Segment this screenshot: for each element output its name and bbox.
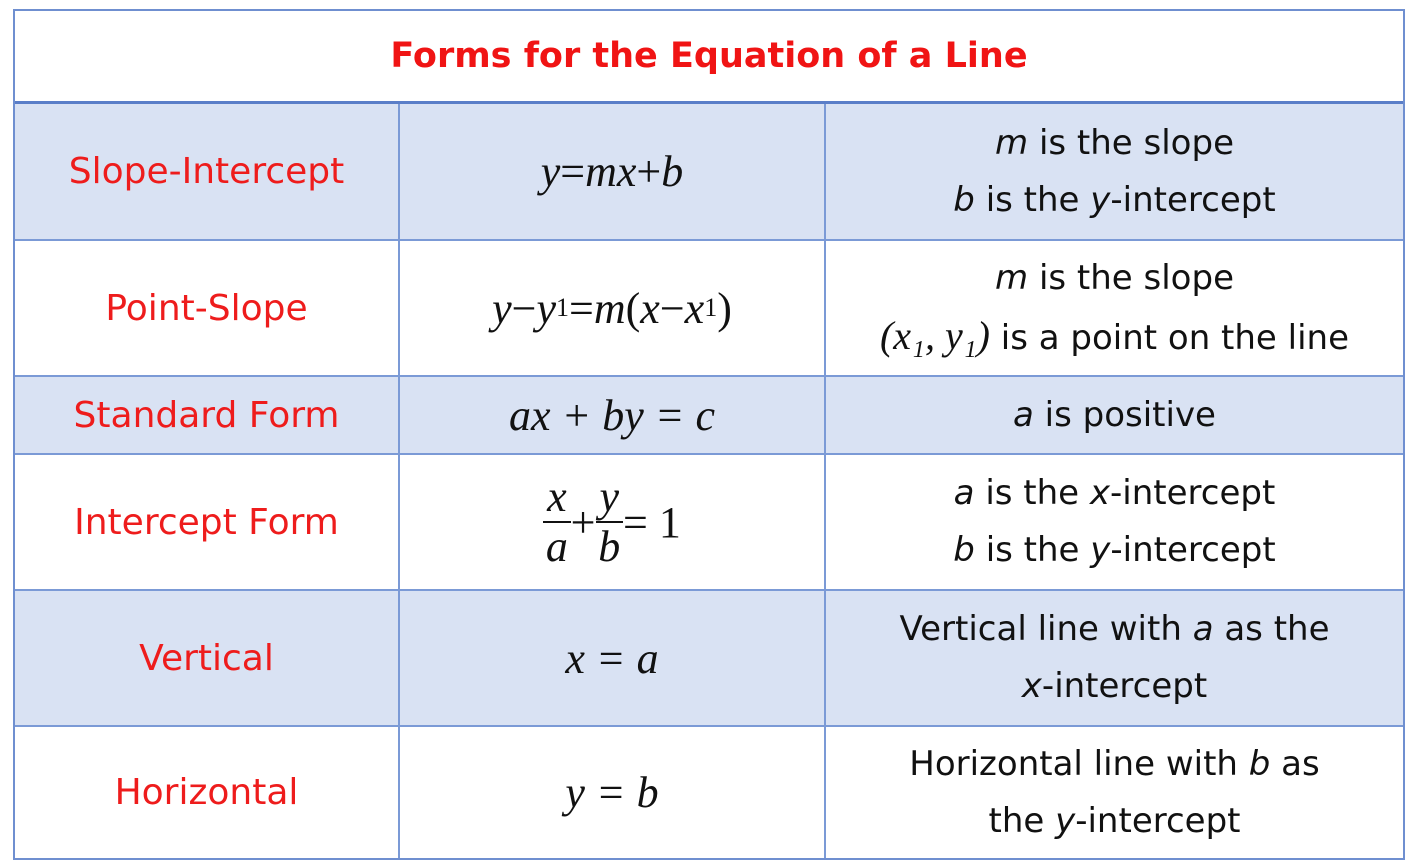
form-description: m is the slope b is the y-intercept [826,104,1403,239]
description-line: b is the y-intercept [953,179,1276,220]
equation-forms-table: Forms for the Equation of a Line Slope-I… [13,9,1405,860]
table-row-vertical: Vertical x = a Vertical line with a as t… [15,591,1403,727]
description-line: x-intercept [1021,666,1208,706]
table-row-standard-form: Standard Form ax + by = c a is positive [15,377,1403,455]
form-name: Vertical [15,591,400,725]
form-name: Standard Form [15,377,400,453]
description-line: (x₁, y₁) is a point on the line [879,312,1350,358]
form-name: Intercept Form [15,455,400,589]
form-equation: y = b [400,727,826,858]
form-equation: y − y1 = m(x − x 1) [400,241,826,375]
description-line: a is positive [1013,394,1216,435]
description-line: Vertical line with a as the [899,609,1330,649]
form-description: Horizontal line with b as the y-intercep… [826,727,1403,858]
form-equation: x = a [400,591,826,725]
fraction-y-over-b: yb [595,473,624,571]
table-row-intercept-form: Intercept Form xa + yb = 1 a is the x-in… [15,455,1403,591]
description-line: b is the y-intercept [953,530,1276,570]
table-row-horizontal: Horizontal y = b Horizontal line with b … [15,727,1403,858]
description-line: m is the slope [995,122,1234,163]
form-name: Point-Slope [15,241,400,375]
form-equation: ax + by = c [400,377,826,453]
form-description: m is the slope (x₁, y₁) is a point on th… [826,241,1403,375]
fraction-x-over-a: xa [543,473,571,571]
form-name: Horizontal [15,727,400,858]
form-name: Slope-Intercept [15,104,400,239]
description-line: the y-intercept [988,800,1241,841]
form-description: a is positive [826,377,1403,453]
description-line: Horizontal line with b as [909,743,1320,784]
table-row-point-slope: Point-Slope y − y1 = m(x − x 1) m is the … [15,241,1403,377]
table-row-slope-intercept: Slope-Intercept y = mx + b m is the slop… [15,104,1403,241]
table-title: Forms for the Equation of a Line [15,11,1403,104]
form-description: a is the x-intercept b is the y-intercep… [826,455,1403,589]
form-description: Vertical line with a as the x-intercept [826,591,1403,725]
form-equation: y = mx + b [400,104,826,239]
description-line: a is the x-intercept [953,473,1276,513]
form-equation: xa + yb = 1 [400,455,826,589]
description-line: m is the slope [995,257,1234,298]
